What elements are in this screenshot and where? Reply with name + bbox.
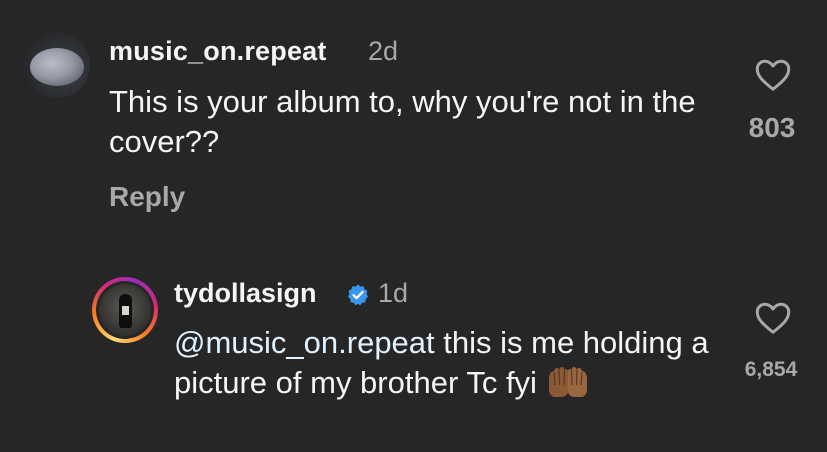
comment-timestamp: 1d	[378, 278, 409, 308]
user-avatar[interactable]	[24, 32, 90, 98]
story-ring-avatar[interactable]	[92, 277, 158, 343]
verified-badge-icon	[348, 284, 368, 306]
palms-up-together-icon	[548, 367, 587, 397]
reply-button[interactable]: Reply	[109, 181, 185, 213]
comments-thread: music_on.repeat 2d This is your album to…	[0, 0, 827, 452]
heart-outline-icon[interactable]	[755, 301, 791, 335]
comment-username[interactable]: music_on.repeat	[109, 36, 327, 67]
avatar-image	[99, 284, 151, 336]
comment-text: @music_on.repeat this is me holding a pi…	[174, 323, 734, 403]
comment-username[interactable]: tydollasign	[174, 278, 317, 309]
comment-timestamp: 2d	[368, 36, 399, 66]
like-count: 6,854	[744, 358, 798, 381]
like-count: 803	[748, 112, 796, 143]
heart-outline-icon[interactable]	[755, 58, 791, 92]
comment-text: This is your album to, why you're not in…	[109, 84, 696, 159]
avatar-image	[30, 48, 84, 86]
mention-link[interactable]: @music_on.repeat	[174, 325, 435, 360]
